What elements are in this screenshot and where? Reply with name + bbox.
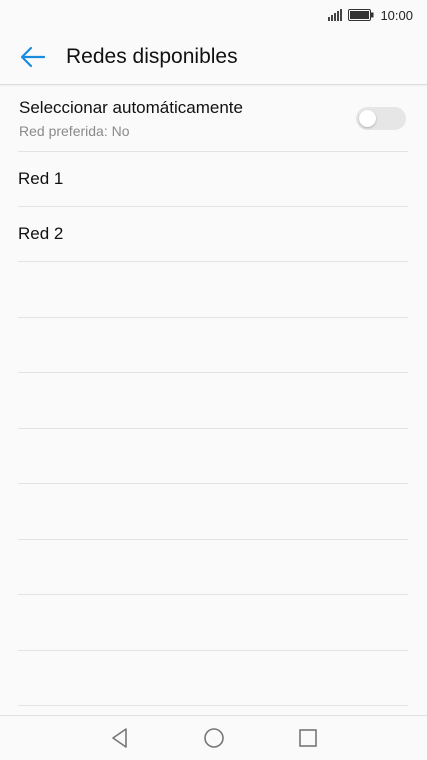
signal-icon	[328, 9, 343, 21]
network-item-red-1[interactable]: Red 1	[18, 152, 408, 207]
recents-square-icon	[298, 729, 317, 747]
app-bar: Redes disponibles	[0, 30, 427, 85]
home-circle-icon	[203, 728, 224, 748]
empty-list-row	[18, 484, 408, 540]
empty-list-row	[18, 429, 408, 484]
nav-back-button[interactable]	[105, 723, 135, 753]
auto-select-switch[interactable]	[356, 107, 406, 130]
status-bar: 10:00	[0, 0, 427, 30]
empty-list-row	[18, 318, 408, 373]
nav-home-button[interactable]	[199, 723, 229, 753]
empty-list-row	[18, 595, 408, 651]
network-label: Red 2	[18, 224, 64, 243]
arrow-left-icon	[20, 46, 46, 68]
network-list: Seleccionar automáticamente Red preferid…	[18, 85, 408, 706]
empty-list-row	[18, 651, 408, 706]
battery-icon	[348, 9, 374, 21]
empty-list-row	[18, 373, 408, 429]
auto-select-row[interactable]: Seleccionar automáticamente Red preferid…	[18, 85, 408, 152]
empty-list-row	[18, 262, 408, 318]
switch-knob	[359, 110, 376, 127]
navigation-bar	[0, 715, 427, 760]
auto-select-subtitle: Red preferida: No	[19, 123, 130, 139]
network-item-red-2[interactable]: Red 2	[18, 207, 408, 262]
page-title: Redes disponibles	[66, 45, 238, 68]
empty-list-row	[18, 540, 408, 595]
back-triangle-icon	[111, 728, 127, 748]
back-button[interactable]	[16, 40, 50, 74]
nav-recents-button[interactable]	[293, 723, 323, 753]
auto-select-title: Seleccionar automáticamente	[19, 98, 243, 117]
network-label: Red 1	[18, 169, 64, 188]
status-time: 10:00	[380, 7, 413, 23]
